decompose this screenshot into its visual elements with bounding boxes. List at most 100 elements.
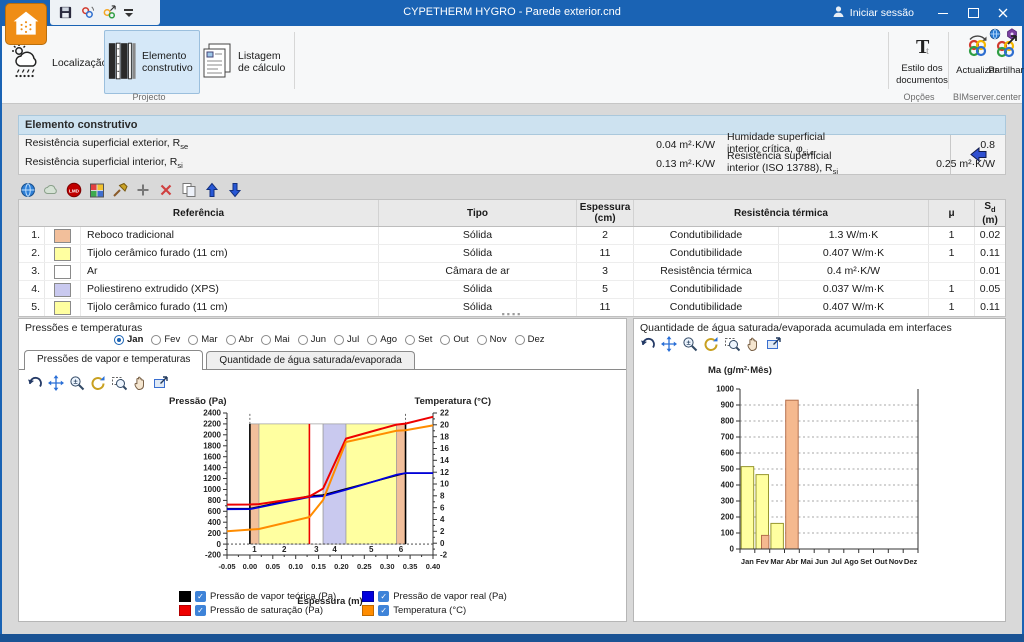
elemento-construtivo-button[interactable]: Elementoconstrutivo	[104, 30, 200, 94]
layer-mu: 1	[929, 281, 975, 298]
month-option-jul[interactable]: Jul	[334, 334, 359, 345]
svg-text:Pressão (Pa): Pressão (Pa)	[169, 396, 227, 407]
zoom-in-out-icon[interactable]: ±	[682, 336, 698, 352]
svg-text:16: 16	[440, 444, 449, 453]
month-option-ago[interactable]: Ago	[367, 334, 397, 345]
save-button[interactable]	[58, 5, 73, 20]
customize-toolbar-dropdown[interactable]	[124, 8, 134, 18]
svg-text:20: 20	[440, 421, 449, 430]
layer-mu: 1	[929, 245, 975, 262]
tab-quantidade-agua[interactable]: Quantidade de água saturada/evaporada	[206, 351, 414, 369]
tab-pressoes-vapor[interactable]: Pressões de vapor e temperaturas	[24, 350, 203, 370]
bimserver-share-button[interactable]	[102, 5, 117, 20]
minimize-button[interactable]	[928, 0, 958, 26]
export-image-icon[interactable]	[766, 336, 782, 352]
close-button[interactable]	[988, 0, 1018, 26]
globe-icon[interactable]	[20, 182, 36, 198]
zoom-extents-icon[interactable]	[661, 336, 677, 352]
table-row[interactable]: 3.ArCâmara de ar3Resistência térmica0.4 …	[19, 262, 1005, 280]
legend-checkbox[interactable]: ✓	[378, 591, 389, 602]
month-option-abr[interactable]: Abr	[226, 334, 254, 345]
radio-icon	[334, 335, 344, 345]
table-row[interactable]: 1.Reboco tradicionalSólida2Condutibilida…	[19, 227, 1005, 244]
lmd-icon[interactable]: LMD	[66, 182, 82, 198]
svg-text:0.05: 0.05	[265, 562, 280, 571]
user-icon	[832, 5, 845, 21]
layer-thickness: 11	[577, 245, 634, 262]
legend-swatch	[179, 591, 191, 602]
pan-icon[interactable]	[745, 336, 761, 352]
layer-resistance-value: 0.037 W/m·K	[779, 281, 929, 298]
svg-text:Nov: Nov	[889, 557, 904, 566]
legend-swatch	[362, 605, 374, 616]
layer-sd: 0.05	[975, 281, 1005, 298]
row-number: 2.	[19, 245, 45, 262]
layers-table: Referência Tipo Espessura(cm) Resistênci…	[18, 199, 1006, 317]
svg-text:100: 100	[721, 529, 735, 538]
sign-in-button[interactable]: Iniciar sessão	[832, 0, 914, 26]
weather-icon	[11, 43, 47, 84]
table-row[interactable]: 2.Tijolo cerâmico furado (11 cm)Sólida11…	[19, 244, 1005, 262]
zoom-window-icon[interactable]	[724, 336, 740, 352]
cypetherm-house-icon	[11, 9, 41, 39]
zoom-extents-icon[interactable]	[48, 375, 64, 391]
partilhar-button[interactable]: Partilhar	[982, 32, 1024, 94]
svg-text:4: 4	[332, 545, 337, 554]
application-menu-button[interactable]	[5, 3, 47, 45]
move-up-icon[interactable]	[204, 182, 220, 198]
cloud-icon[interactable]	[43, 182, 59, 198]
listagem-calculo-button[interactable]: Listagemde cálculo	[198, 30, 296, 94]
pressures-chart-toolbar: ±	[27, 375, 169, 391]
svg-text:Fev: Fev	[756, 557, 770, 566]
row-number: 4.	[19, 281, 45, 298]
table-panel-splitter[interactable]: ▪▪▪▪	[18, 310, 1006, 318]
month-option-dez[interactable]: Dez	[515, 334, 545, 345]
elemento-construtivo-label: Elementoconstrutivo	[142, 50, 193, 74]
zoom-previous-icon[interactable]	[27, 375, 43, 391]
move-down-icon[interactable]	[227, 182, 243, 198]
month-option-fev[interactable]: Fev	[151, 334, 180, 345]
redraw-icon[interactable]	[90, 375, 106, 391]
month-option-set[interactable]: Set	[405, 334, 432, 345]
svg-text:14: 14	[440, 456, 449, 465]
pan-icon[interactable]	[132, 375, 148, 391]
bimserver-sync-button[interactable]	[80, 5, 95, 20]
svg-text:Set: Set	[860, 557, 872, 566]
svg-text:2000: 2000	[203, 431, 221, 440]
delete-icon[interactable]	[158, 182, 174, 198]
add-icon[interactable]	[135, 182, 151, 198]
zoom-in-out-icon[interactable]: ±	[69, 375, 85, 391]
legend-checkbox[interactable]: ✓	[378, 605, 389, 616]
back-arrow-button[interactable]	[950, 135, 1005, 174]
estilo-documentos-button[interactable]: Tt Estilo dosdocumentos	[892, 32, 952, 94]
month-option-mai[interactable]: Mai	[261, 334, 289, 345]
layer-reference: Poliestireno extrudido (XPS)	[81, 281, 379, 298]
export-image-icon[interactable]	[153, 375, 169, 391]
zoom-previous-icon[interactable]	[640, 336, 656, 352]
radio-icon	[477, 335, 487, 345]
maximize-icon	[968, 8, 979, 18]
copy-icon[interactable]	[181, 182, 197, 198]
legend-checkbox[interactable]: ✓	[195, 591, 206, 602]
maximize-button[interactable]	[958, 0, 988, 26]
month-option-nov[interactable]: Nov	[477, 334, 507, 345]
svg-text:500: 500	[721, 465, 735, 474]
redraw-icon[interactable]	[703, 336, 719, 352]
month-option-jun[interactable]: Jun	[298, 334, 326, 345]
materials-icon[interactable]	[89, 182, 105, 198]
svg-text:8: 8	[440, 492, 445, 501]
table-row[interactable]: 4.Poliestireno extrudido (XPS)Sólida5Con…	[19, 280, 1005, 298]
month-option-jan[interactable]: Jan	[114, 334, 143, 345]
chart-tabs: Pressões de vapor e temperaturasQuantida…	[19, 351, 626, 370]
layers-toolbar: LMD	[20, 181, 243, 198]
radio-icon	[298, 335, 308, 345]
water-quantity-chart: 01002003004005006007008009001000JanFevMa…	[682, 363, 932, 593]
month-option-mar[interactable]: Mar	[188, 334, 217, 345]
zoom-window-icon[interactable]	[111, 375, 127, 391]
svg-text:Abr: Abr	[785, 557, 798, 566]
svg-text:3: 3	[314, 545, 319, 554]
prop-rse-value: 0.04 m²·K/W	[425, 139, 715, 151]
tools-icon[interactable]	[112, 182, 128, 198]
legend-checkbox[interactable]: ✓	[195, 605, 206, 616]
month-option-out[interactable]: Out	[440, 334, 468, 345]
